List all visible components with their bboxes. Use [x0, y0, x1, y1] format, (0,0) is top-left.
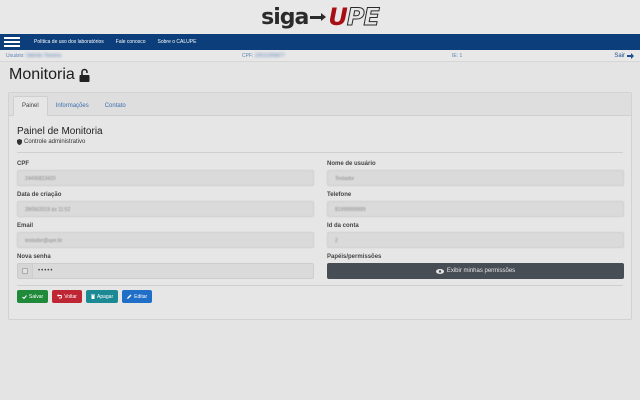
delete-button[interactable]: Apagar [85, 290, 119, 303]
phone-label: Telefone [327, 192, 352, 198]
username-input[interactable]: Testador [327, 170, 624, 186]
password-input[interactable]: ••••• [33, 263, 314, 279]
main-navbar: Política de uso dos laboratórios Fale co… [0, 34, 640, 50]
pencil-icon [127, 294, 132, 299]
upe-logo: UPE [328, 3, 380, 32]
roles-field: Papéis/permissões Exibir minhas permissõ… [327, 254, 624, 279]
created-input[interactable]: 28/06/2019 às 11:52 [17, 201, 314, 217]
unlock-icon [79, 68, 90, 82]
username-field: Nome de usuário Testador [327, 161, 624, 186]
account-id-field: Id da conta 2 [327, 223, 624, 248]
shield-icon [17, 139, 22, 145]
tab-painel[interactable]: Painel [13, 96, 48, 116]
cpf-input[interactable]: 24495823420 [17, 170, 314, 186]
show-permissions-button[interactable]: Exibir minhas permissões [327, 263, 624, 279]
nav-link-fale-conosco[interactable]: Fale conosco [116, 39, 146, 45]
tab-bar: Painel Informações Contato [9, 93, 631, 116]
user-ie: IE: 1 [452, 52, 463, 59]
menu-icon[interactable] [4, 37, 20, 47]
account-id-input[interactable]: 2 [327, 232, 624, 248]
edit-button[interactable]: Editar [122, 290, 153, 303]
logout-link[interactable]: Sair [614, 52, 634, 59]
panel-subtitle: Controle administrativo [17, 139, 103, 145]
cpf-field: CPF 24495823420 [17, 161, 314, 186]
password-field: Nova senha ••••• [17, 254, 314, 279]
divider [17, 285, 623, 286]
email-label: Email [17, 223, 34, 229]
phone-input[interactable]: 81999999999 [327, 201, 624, 217]
action-buttons: Salvar Voltar Apagar Editar [17, 290, 153, 303]
check-icon [22, 294, 27, 299]
show-password-checkbox[interactable] [17, 263, 33, 279]
user-info-bar: Usuário: Valmão Teixeira CPF: 2351100587… [0, 50, 640, 62]
roles-label: Papéis/permissões [327, 254, 382, 260]
phone-field: Telefone 81999999999 [327, 192, 624, 217]
siga-logo: siga [261, 5, 327, 30]
password-label: Nova senha [17, 254, 51, 260]
eye-icon [435, 268, 444, 274]
nav-link-politica[interactable]: Política de uso dos laboratórios [34, 39, 104, 45]
divider [17, 152, 623, 153]
username-label: Nome de usuário [327, 161, 376, 167]
user-name: Usuário: Valmão Teixeira [6, 52, 62, 59]
account-id-label: Id da conta [327, 223, 359, 229]
user-cpf: CPF: 23511005877 [242, 52, 285, 59]
save-button[interactable]: Salvar [17, 290, 49, 303]
created-label: Data de criação [17, 192, 62, 198]
header-logo: siga UPE [0, 0, 640, 34]
created-field: Data de criação 28/06/2019 às 11:52 [17, 192, 314, 217]
panel-header: Painel de Monitoria Controle administrat… [17, 126, 103, 145]
panel-title: Painel de Monitoria [17, 126, 103, 137]
tab-informacoes[interactable]: Informações [48, 97, 97, 115]
back-button[interactable]: Voltar [52, 290, 82, 303]
logout-icon [627, 52, 634, 59]
page-title: Monitoria [9, 66, 90, 84]
email-input[interactable]: testador@upe.br [17, 232, 314, 248]
monitoria-card: Painel Informações Contato Painel de Mon… [8, 92, 632, 320]
cpf-label: CPF [17, 161, 29, 167]
email-field: Email testador@upe.br [17, 223, 314, 248]
nav-link-sobre[interactable]: Sobre o CALUPE [158, 39, 197, 45]
trash-icon [90, 294, 95, 299]
undo-icon [57, 294, 63, 299]
tab-contato[interactable]: Contato [97, 97, 134, 115]
